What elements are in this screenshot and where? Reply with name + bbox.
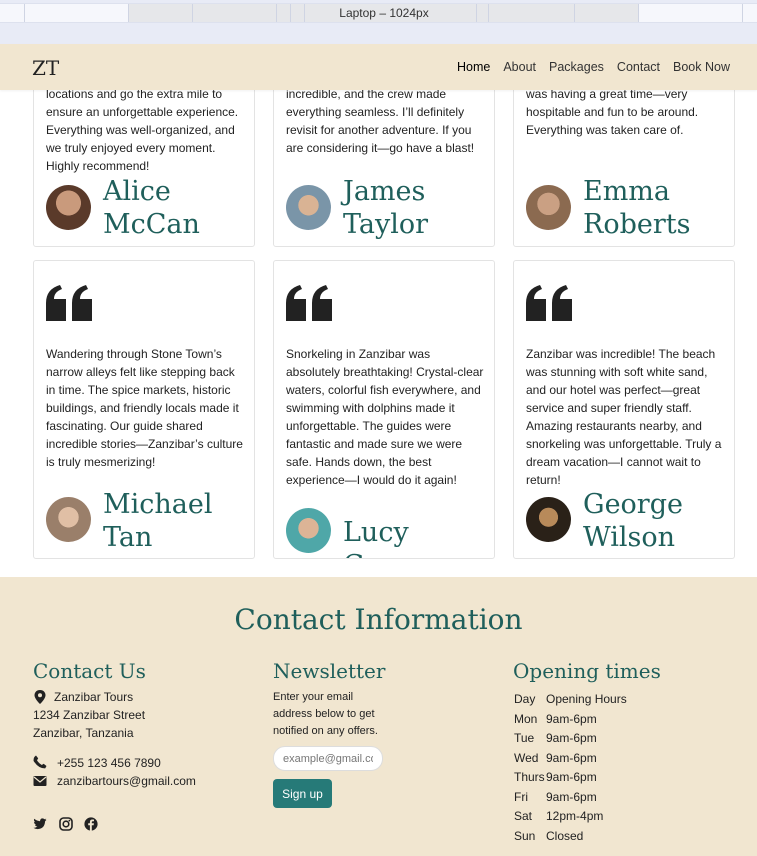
breakpoint-segment[interactable] — [291, 4, 305, 22]
hours-row: Sat 12pm-4pm — [514, 808, 603, 824]
avatar — [526, 185, 571, 230]
hours-day: Mon — [514, 712, 538, 726]
breakpoint-segment[interactable] — [25, 4, 129, 22]
signup-button[interactable]: Sign up — [273, 779, 332, 808]
avatar — [286, 508, 331, 553]
nav-book-now[interactable]: Book Now — [673, 60, 730, 74]
quote-icon — [286, 285, 332, 321]
breakpoint-segment[interactable] — [639, 4, 743, 22]
hours-time: 9am-6pm — [546, 712, 597, 726]
testimonial-author: George Wilson — [583, 489, 683, 553]
quote-icon — [46, 285, 92, 321]
testimonial-text: was having a great time—very hospitable … — [526, 87, 699, 137]
testimonial-author: Alice McCan — [103, 176, 200, 240]
hours-row: Wed 9am-6pm — [514, 750, 597, 766]
breakpoint-segment[interactable] — [0, 4, 25, 22]
devtools-ruler: Laptop – 1024px — [0, 0, 757, 44]
envelope-icon — [33, 776, 47, 786]
hours-time: 9am-6pm — [546, 731, 597, 745]
breakpoint-segment[interactable] — [463, 4, 477, 22]
navbar: ZT Home About Packages Contact Book Now — [0, 44, 757, 90]
breakpoint-segment[interactable] — [277, 4, 291, 22]
hours-day: Sun — [514, 829, 536, 843]
contact-phone[interactable]: +255 123 456 7890 — [57, 754, 161, 772]
hours-time: 9am-6pm — [546, 790, 597, 804]
hours-row: Sun Closed — [514, 828, 583, 844]
newsletter-heading: Newsletter — [273, 659, 386, 683]
phone-icon — [33, 755, 47, 769]
hours-day: Thurs — [514, 770, 545, 784]
testimonial-text: incredible, and the crew made everything… — [286, 87, 475, 155]
hours-row: Tue 9am-6pm — [514, 730, 597, 746]
testimonial-author: Michael Tan — [103, 489, 213, 553]
testimonial-text: Snorkeling in Zanzibar was absolutely br… — [286, 347, 484, 487]
contact-company: Zanzibar Tours — [54, 690, 134, 704]
testimonial-author: Emma Roberts — [583, 176, 691, 240]
viewport-label[interactable]: Laptop – 1024px — [305, 4, 463, 22]
hours-day: Wed — [514, 751, 539, 765]
testimonial-text: Wandering through Stone Town’s narrow al… — [46, 347, 243, 469]
contact-street: 1234 Zanzibar Street — [33, 708, 146, 722]
nav-home[interactable]: Home — [457, 60, 490, 74]
nav-menu: Home About Packages Contact Book Now — [457, 60, 730, 74]
hours-row: Mon 9am-6pm — [514, 711, 597, 727]
nav-packages[interactable]: Packages — [549, 60, 604, 74]
newsletter-text: Enter your email address below to get no… — [273, 691, 378, 737]
breakpoint-segment[interactable] — [489, 4, 575, 22]
hours-day: Tue — [514, 731, 535, 745]
twitter-icon[interactable] — [33, 817, 47, 831]
contact-email[interactable]: zanzibartours@gmail.com — [57, 772, 196, 790]
hours-day: Sat — [514, 809, 533, 823]
hours-row: Fri 9am-6pm — [514, 789, 597, 805]
avatar — [46, 185, 91, 230]
testimonial-card: Wandering through Stone Town’s narrow al… — [33, 260, 255, 559]
hours-day: Day — [514, 692, 536, 706]
avatar — [286, 185, 331, 230]
breakpoint-strip: Laptop – 1024px — [0, 3, 757, 23]
instagram-icon[interactable] — [59, 817, 73, 831]
breakpoint-segment[interactable] — [193, 4, 277, 22]
testimonial-card: Zanzibar was incredible! The beach was s… — [513, 260, 735, 559]
hours-time: Closed — [546, 829, 584, 843]
testimonial-author: James Taylor — [343, 176, 429, 240]
hours-row: Thurs9am-6pm — [514, 769, 597, 785]
facebook-icon[interactable] — [84, 817, 98, 831]
breakpoint-segment[interactable] — [575, 4, 639, 22]
hours-time: 9am-6pm — [546, 751, 597, 765]
avatar — [526, 497, 571, 542]
nav-about[interactable]: About — [503, 60, 536, 74]
contact-heading: Contact Us — [33, 659, 146, 683]
footer-title: Contact Information — [234, 603, 523, 636]
footer: Contact Information Contact Us Zanzibar … — [0, 577, 757, 856]
newsletter-email-input[interactable] — [273, 746, 383, 771]
hours-heading: Opening times — [513, 659, 661, 683]
testimonial-card: Snorkeling in Zanzibar was absolutely br… — [273, 260, 495, 559]
brand-logo[interactable]: ZT — [32, 56, 59, 80]
nav-contact[interactable]: Contact — [617, 60, 660, 74]
breakpoint-segment[interactable] — [477, 4, 489, 22]
hours-time: Opening Hours — [546, 692, 627, 706]
testimonial-text: locations and go the extra mile to ensur… — [46, 87, 239, 173]
testimonial-author: Lucy Green — [343, 517, 427, 558]
testimonial-text: Zanzibar was incredible! The beach was s… — [526, 347, 722, 487]
hours-time: 9am-6pm — [546, 770, 597, 784]
location-pin-icon — [34, 690, 46, 704]
contact-city: Zanzibar, Tanzania — [33, 726, 134, 740]
avatar — [46, 497, 91, 542]
hours-time: 12pm-4pm — [546, 809, 604, 823]
breakpoint-segment[interactable] — [129, 4, 193, 22]
quote-icon — [526, 285, 572, 321]
hours-day: Fri — [514, 790, 528, 804]
hours-row: Day Opening Hours — [514, 691, 627, 707]
